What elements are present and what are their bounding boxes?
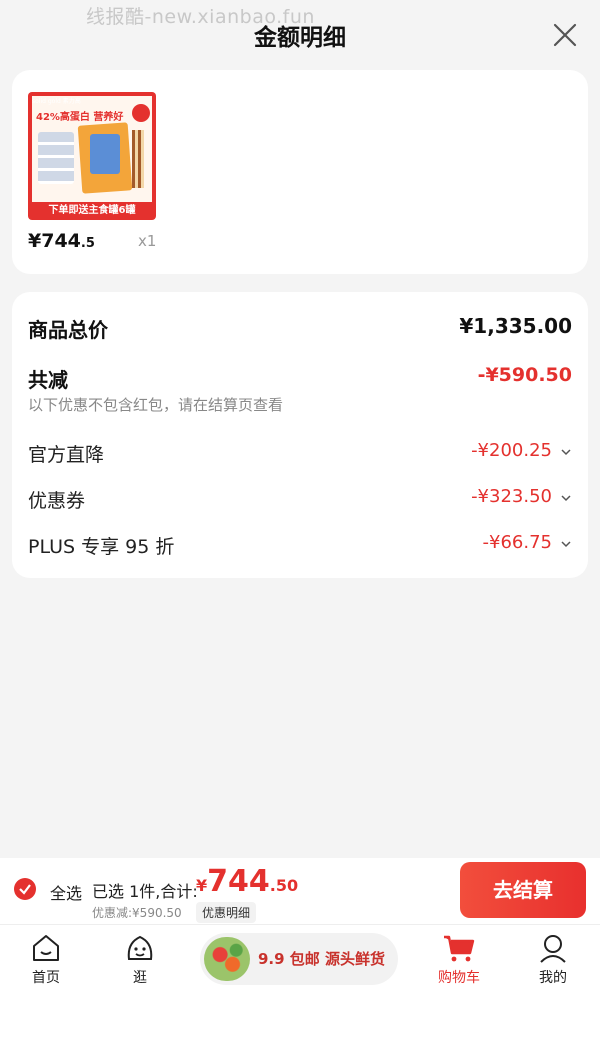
product-image-brand: solid gold 素力高 xyxy=(32,98,81,105)
reduce-note: 以下优惠不包含红包，请在结算页查看 xyxy=(28,396,284,414)
product-image[interactable]: solid gold 素力高 42%高蛋白 营养好 下单即送主食罐6罐 xyxy=(28,92,156,220)
discount-value: -¥323.50 xyxy=(471,486,552,507)
profile-icon xyxy=(540,935,566,963)
treat-sticks-graphic xyxy=(132,130,144,188)
tab-label: 首页 xyxy=(32,970,60,986)
tab-browse[interactable]: 逛 xyxy=(105,933,175,987)
discount-label: PLUS 专享 95 折 xyxy=(28,536,175,558)
discount-value: -¥200.25 xyxy=(471,440,552,461)
browse-icon xyxy=(127,935,153,960)
select-all-checkbox[interactable] xyxy=(14,878,36,900)
selected-summary: 已选 1件,合计: xyxy=(92,882,198,901)
discount-label: 优惠券 xyxy=(28,490,86,512)
promo-banner[interactable]: 9.9 包邮 源头鲜货 xyxy=(200,933,398,985)
tab-home[interactable]: 首页 xyxy=(11,933,81,987)
sheet-title: 金额明细 xyxy=(254,25,346,51)
badge-icon xyxy=(132,104,150,122)
price-detail-card: 商品总价 ¥1,335.00 共减 -¥590.50 以下优惠不包含红包，请在结… xyxy=(12,292,588,578)
tab-cart[interactable]: 购物车 xyxy=(424,933,494,987)
check-icon xyxy=(19,884,31,895)
fresh-produce-image xyxy=(204,937,250,981)
reduce-label: 共减 xyxy=(28,368,68,392)
bottom-tab-bar: 首页 逛 9.9 包邮 源头鲜货 购物车 我的 xyxy=(0,924,600,1040)
checkout-bar: 全选 已选 1件,合计: ¥744.50 优惠减:¥590.50 优惠明细 去结… xyxy=(0,858,600,924)
product-card: solid gold 素力高 42%高蛋白 营养好 下单即送主食罐6罐 ¥744… xyxy=(12,70,588,274)
tab-label: 逛 xyxy=(133,970,147,986)
select-all-label[interactable]: 全选 xyxy=(50,880,82,904)
reduce-value: -¥590.50 xyxy=(477,364,572,386)
reduce-row: 共减 -¥590.50 以下优惠不包含红包，请在结算页查看 xyxy=(28,364,572,416)
product-image-promo: 下单即送主食罐6罐 xyxy=(48,205,136,216)
close-button[interactable] xyxy=(552,22,578,48)
cans-graphic xyxy=(38,132,74,184)
product-price: ¥744.5 xyxy=(28,230,95,252)
total-value: ¥1,335.00 xyxy=(459,314,572,338)
discount-summary: 优惠减:¥590.50 xyxy=(92,906,182,920)
amount-detail-sheet: 线报酷-new.xianbao.fun 金额明细 solid gold 素力高 … xyxy=(0,0,600,858)
promo-text: 9.9 包邮 源头鲜货 xyxy=(258,950,386,968)
discount-value: -¥66.75 xyxy=(482,532,552,553)
total-amount: ¥744.50 xyxy=(196,864,299,899)
chevron-down-icon xyxy=(561,541,571,548)
product-quantity: x1 xyxy=(138,232,157,250)
tab-label: 我的 xyxy=(539,970,567,986)
chevron-down-icon xyxy=(561,495,571,502)
close-icon xyxy=(553,23,577,47)
home-icon xyxy=(33,935,59,961)
tab-label: 购物车 xyxy=(438,970,480,986)
checkout-button[interactable]: 去结算 xyxy=(460,862,586,918)
discount-detail-button[interactable]: 优惠明细 xyxy=(196,902,257,923)
total-label: 商品总价 xyxy=(28,318,108,342)
discount-label: 官方直降 xyxy=(28,444,105,466)
chevron-down-icon xyxy=(561,449,571,456)
tab-mine[interactable]: 我的 xyxy=(518,933,588,987)
product-image-headline: 42%高蛋白 营养好 xyxy=(36,112,124,123)
cart-icon xyxy=(444,935,475,962)
